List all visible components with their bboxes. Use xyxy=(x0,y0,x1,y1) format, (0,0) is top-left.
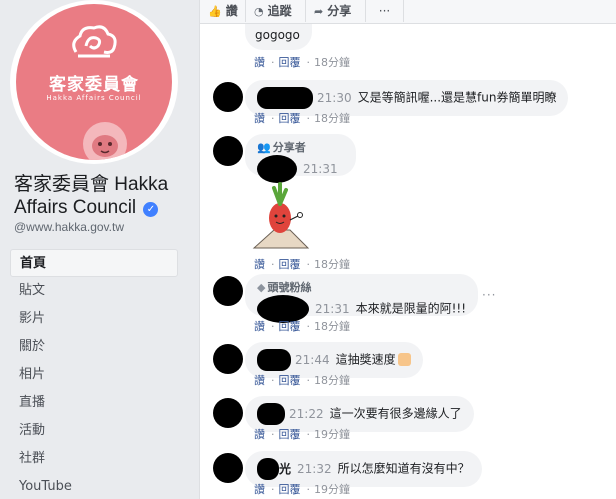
like-page-button[interactable]: 👍 讚 xyxy=(200,0,246,22)
more-options-button[interactable]: ··· xyxy=(366,0,404,22)
page-nav: 首頁 貼文 影片 關於 相片 直播 活動 社群 YouTube xyxy=(10,249,178,499)
comment-text: gogogo xyxy=(255,28,300,42)
sheep-mascot-icon xyxy=(83,122,127,160)
comment-text: 這一次要有很多邊緣人了 xyxy=(329,406,462,421)
comment-meta: 讚 · 回覆 · 19分鐘 xyxy=(254,428,350,441)
comment-age: 18分鐘 xyxy=(314,258,350,271)
comment-time: 21:44 xyxy=(295,352,330,367)
comment-age: 18分鐘 xyxy=(314,112,350,125)
comment-avatar[interactable] xyxy=(213,82,243,112)
sharer-icon: 👥 xyxy=(257,141,271,154)
logo-english-name: Hakka Affairs Council xyxy=(46,94,142,102)
comment-text: 又是等簡訊喔...還是慧fun券簡單明瞭 xyxy=(357,90,557,105)
nav-item-community[interactable]: 社群 xyxy=(10,445,178,473)
radish-sticker-icon[interactable] xyxy=(250,182,312,250)
comment-like-link[interactable]: 讚 xyxy=(254,258,265,271)
page-title[interactable]: 客家委員會 Hakka Affairs Council ✓ xyxy=(14,173,184,219)
comment-text: 所以怎麼知道有沒有中？ xyxy=(337,461,470,476)
comment-text: 本來就是限量的阿!!! xyxy=(355,301,467,316)
comment-reply-link[interactable]: 回覆 xyxy=(279,320,301,333)
comment-list: gogogo 讚 · 回覆 · 18分鐘 21:30 又是等簡訊喔...還是慧fun券簡單… xyxy=(200,24,616,499)
follow-label: 追蹤 xyxy=(267,4,292,18)
share-button[interactable]: ➦ 分享 xyxy=(306,0,366,22)
thumbs-up-icon: 👍 xyxy=(208,5,222,18)
page-handle[interactable]: @www.hakka.gov.tw xyxy=(14,220,124,234)
thumbs-up-emoji-icon xyxy=(397,352,411,366)
comment-reply-link[interactable]: 回覆 xyxy=(279,374,301,387)
verified-badge-icon: ✓ xyxy=(143,202,159,217)
top-fan-label: 頭號粉絲 xyxy=(267,281,312,294)
comment-reply-link[interactable]: 回覆 xyxy=(279,483,301,496)
comment-time: 21:32 xyxy=(297,461,332,476)
comment-meta: 讚 · 回覆 · 19分鐘 xyxy=(254,483,350,496)
comment-bubble: 👥 分享者 21:31 xyxy=(245,134,356,183)
comment-options-icon[interactable]: ··· xyxy=(482,288,496,302)
comment-age: 19分鐘 xyxy=(314,428,350,441)
comment-author-redacted[interactable] xyxy=(257,458,279,480)
nav-item-photos[interactable]: 相片 xyxy=(10,361,178,389)
nav-item-about[interactable]: 關於 xyxy=(10,333,178,361)
comment-age: 19分鐘 xyxy=(314,483,350,496)
comment-reply-link[interactable]: 回覆 xyxy=(279,56,301,69)
comment-avatar[interactable] xyxy=(213,344,243,374)
nav-item-videos[interactable]: 影片 xyxy=(10,305,178,333)
comment-avatar[interactable] xyxy=(213,136,243,166)
comment-reply-link[interactable]: 回覆 xyxy=(279,258,301,271)
page-sidebar: 客家委員會 Hakka Affairs Council 客家委員會 Hakka … xyxy=(0,0,186,499)
logo-chinese-name: 客家委員會 xyxy=(49,75,139,95)
comment-time: 21:31 xyxy=(303,161,338,176)
comment-meta: 讚 · 回覆 · 18分鐘 xyxy=(254,112,350,125)
like-page-label: 讚 xyxy=(225,4,238,18)
comment-like-link[interactable]: 讚 xyxy=(254,374,265,387)
shared-badge: 👥 分享者 xyxy=(257,141,344,155)
comment-age: 18分鐘 xyxy=(314,374,350,387)
share-label: 分享 xyxy=(327,4,352,18)
comment-avatar[interactable] xyxy=(213,453,243,483)
comment-like-link[interactable]: 讚 xyxy=(254,483,265,496)
comment-reply-link[interactable]: 回覆 xyxy=(279,428,301,441)
comment-like-link[interactable]: 讚 xyxy=(254,56,265,69)
rss-icon: ◔ xyxy=(254,5,264,18)
comment-like-link[interactable]: 讚 xyxy=(254,320,265,333)
comment-bubble: gogogo xyxy=(245,24,312,50)
comment-meta: 讚 · 回覆 · 18分鐘 xyxy=(254,56,350,69)
comment-reply-link[interactable]: 回覆 xyxy=(279,112,301,125)
comment-meta: 讚 · 回覆 · 18分鐘 xyxy=(254,320,350,333)
comment-avatar[interactable] xyxy=(213,276,243,306)
hakka-logo-icon xyxy=(72,25,117,58)
page-profile-picture[interactable]: 客家委員會 Hakka Affairs Council xyxy=(10,0,178,164)
nav-item-youtube[interactable]: YouTube xyxy=(10,473,178,499)
nav-item-home[interactable]: 首頁 xyxy=(10,249,178,277)
comment-author-redacted[interactable] xyxy=(257,87,313,109)
comment-bubble: ◆ 頭號粉絲 21:31 本來就是限量的阿!!! xyxy=(245,274,479,323)
shared-badge-label: 分享者 xyxy=(272,141,306,154)
comment-meta: 讚 · 回覆 · 18分鐘 xyxy=(254,258,350,271)
comment-author-redacted[interactable] xyxy=(257,349,291,371)
comment-time: 21:30 xyxy=(317,90,352,105)
comment-time: 21:22 xyxy=(289,406,324,421)
profile-logo-circle: 客家委員會 Hakka Affairs Council xyxy=(16,4,172,160)
comment-text: 這抽獎速度 xyxy=(335,352,396,367)
comment-like-link[interactable]: 讚 xyxy=(254,428,265,441)
post-card: 👍 讚 ◔ 追蹤 ➦ 分享 ··· gogogo 讚 · 回覆 · 18分鐘 21:30 又是等… xyxy=(199,0,616,499)
nav-item-posts[interactable]: 貼文 xyxy=(10,277,178,305)
comment-meta: 讚 · 回覆 · 18分鐘 xyxy=(254,374,350,387)
share-arrow-icon: ➦ xyxy=(314,5,324,18)
more-dots-icon: ··· xyxy=(378,4,391,18)
comment-age: 18分鐘 xyxy=(314,56,350,69)
comment-author-redacted[interactable] xyxy=(257,403,285,425)
comment-time: 21:31 xyxy=(315,301,350,316)
nav-item-events[interactable]: 活動 xyxy=(10,417,178,445)
top-fan-badge: ◆ 頭號粉絲 xyxy=(257,281,466,295)
comment-avatar[interactable] xyxy=(213,398,243,428)
diamond-icon: ◆ xyxy=(257,281,266,294)
page-actions-bar: 👍 讚 ◔ 追蹤 ➦ 分享 ··· xyxy=(200,0,616,24)
nav-item-live[interactable]: 直播 xyxy=(10,389,178,417)
follow-button[interactable]: ◔ 追蹤 xyxy=(246,0,306,22)
comment-age: 18分鐘 xyxy=(314,320,350,333)
comment-like-link[interactable]: 讚 xyxy=(254,112,265,125)
comment-author-fragment[interactable]: 光 xyxy=(279,462,291,476)
comment-author-redacted[interactable] xyxy=(257,155,297,183)
